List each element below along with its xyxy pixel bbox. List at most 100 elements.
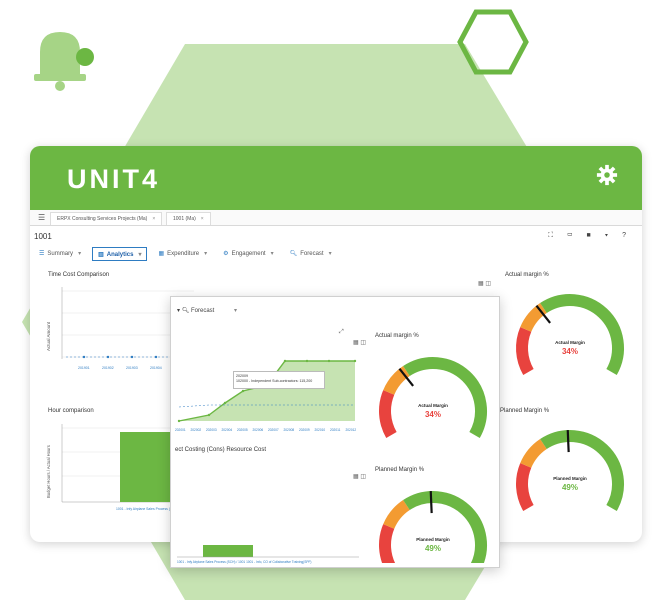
tab-label: Forecast [300, 251, 324, 257]
resource-cost-bar [203, 545, 253, 557]
hexagon-outline-icon [457, 9, 529, 75]
close-icon[interactable]: × [152, 216, 155, 222]
hour-comparison-title: Hour comparison [48, 408, 94, 414]
chevron-down-icon[interactable]: ▾ [177, 308, 180, 314]
actual-margin-gauge: Actual Margin 34% [379, 357, 487, 438]
gauge-label: Planned Margin [416, 537, 450, 542]
planned-margin-gauge: Planned Margin 49% [516, 430, 624, 511]
x-tick-label: 202009 [299, 428, 310, 432]
tooltip-value: 102000 - Independent Sub-contractors: 11… [236, 379, 313, 383]
summary-icon: ☰ [39, 251, 45, 257]
expenditure-icon: ▦ [158, 251, 165, 257]
resource-cost-chart: 1001 - Infy Airplane Sales Process (SCH)… [177, 545, 359, 564]
gauge-value: 34% [562, 347, 578, 356]
x-tick-label: 202001 [175, 428, 186, 432]
gauge-label: Actual Margin [555, 340, 585, 345]
search-icon: 🔍︎ [289, 251, 298, 257]
actual-margin-title: Actual margin % [505, 272, 549, 278]
tab-analytics[interactable]: ▥ Analytics ▾ [92, 247, 148, 261]
x-axis-label: 1001 - Infy Airplane Sales Process (SCH)… [177, 560, 311, 564]
forecast-area-chart: 202001 202002 202003 202004 202005 202006 2020… [175, 359, 357, 432]
chart-tooltip: 202009 102000 - Independent Sub-contract… [233, 371, 325, 389]
x-tick-label: 202003 [206, 428, 217, 432]
app-header: UNIT4 [30, 146, 642, 210]
x-axis-label: 1001 - Infy Airplane Sales Process (SCH) [116, 507, 178, 511]
chevron-down-icon[interactable]: ▾ [78, 251, 81, 257]
gauge-arc-segment [516, 463, 534, 511]
gauge-arc-segment [540, 430, 624, 511]
actual-margin-title: Actual margin % [375, 333, 419, 339]
menu-icon[interactable]: ☰ [38, 213, 45, 222]
gauge-arc-segment [403, 491, 487, 563]
x-tick-label: 202006 [253, 428, 264, 432]
x-tick-label: 201902 [102, 366, 114, 370]
planned-margin-gauge: Planned Margin 49% [379, 491, 487, 563]
gauge-arc-segment [516, 327, 534, 375]
browser-tab-1001[interactable]: 1001 (Ma) × [166, 212, 211, 225]
x-tick-label: 202004 [222, 428, 233, 432]
engagement-icon: ⚙ [223, 251, 229, 257]
page-title: 1001 [34, 232, 52, 241]
x-tick-label: 202007 [268, 428, 279, 432]
browser-tab-label: ERPX Consulting Services Projects (Ma) [57, 216, 148, 222]
x-tick-label: 202010 [315, 428, 326, 432]
forecast-card: ▾ 🔍︎ Forecast ▾ ⤢ ▦ ◫ 202001 202002 202003… [170, 296, 500, 568]
tab-forecast[interactable]: ▾ 🔍︎ Forecast ▾ [177, 307, 237, 314]
analysis-tabs: ☰ Summary ▾ ▥ Analytics ▾ ▦ Expenditure ▾ ⚙ Eng… [34, 247, 337, 263]
panel-view-icons[interactable]: ▦ ◫ [353, 473, 366, 480]
tab-forecast[interactable]: 🔍︎ Forecast ▾ [285, 247, 337, 261]
browser-tabbar: ☰ ERPX Consulting Services Projects (Ma)… [30, 210, 642, 226]
tab-label: Analytics [106, 252, 134, 258]
gear-icon[interactable] [596, 164, 618, 186]
expand-icon[interactable]: ⤢ [339, 329, 344, 336]
panel-view-icons[interactable]: ▦ ◫ [478, 280, 491, 287]
toolbar-icons[interactable]: ⛶ ▭ ■ ▾ ? [548, 232, 632, 240]
bell-icon [34, 32, 94, 91]
actual-margin-gauge: Actual Margin 34% [516, 294, 624, 375]
gauge-label: Actual Margin [418, 403, 448, 408]
browser-tab-projects[interactable]: ERPX Consulting Services Projects (Ma) × [50, 212, 163, 225]
gauge-arc-segment [403, 357, 487, 438]
tab-expenditure[interactable]: ▦ Expenditure ▾ [153, 247, 212, 261]
planned-margin-title: Planned Margin % [375, 467, 425, 473]
x-tick-label: 202005 [237, 428, 248, 432]
chevron-down-icon[interactable]: ▾ [234, 308, 237, 314]
x-tick-label: 201901 [78, 366, 90, 370]
tab-summary[interactable]: ☰ Summary ▾ [34, 247, 86, 261]
y-axis-label: Budget Hours / Actual Hours [46, 445, 51, 498]
tab-label: Engagement [231, 251, 266, 257]
tab-label: Summary [47, 251, 74, 257]
x-tick-label: 201904 [150, 366, 162, 370]
gauge-needle [429, 491, 433, 514]
gauge-arc-segment [540, 294, 624, 375]
x-tick-label: 202002 [191, 428, 202, 432]
chevron-down-icon[interactable]: ▾ [204, 251, 207, 257]
analytics-icon: ▥ [98, 252, 104, 258]
x-tick-label: 202011 [330, 428, 341, 432]
gauge-arc-segment [379, 390, 397, 438]
chevron-down-icon[interactable]: ▾ [329, 251, 332, 257]
gauge-label: Planned Margin [553, 476, 587, 481]
gauge-value: 34% [425, 410, 441, 419]
gauge-arc-segment [520, 439, 548, 469]
planned-margin-title: Planned Margin % [500, 408, 550, 414]
chevron-down-icon[interactable]: ▾ [271, 251, 274, 257]
time-cost-title: Time Cost Comparison [48, 272, 110, 278]
chevron-down-icon[interactable]: ▾ [138, 252, 141, 258]
gauge-arc-segment [379, 524, 396, 563]
gauge-needle [566, 430, 570, 453]
tab-engagement[interactable]: ⚙ Engagement ▾ [218, 247, 278, 261]
x-tick-label: 201903 [126, 366, 138, 370]
search-icon: 🔍︎ [181, 308, 190, 314]
x-tick-label: 202008 [284, 428, 295, 432]
unit4-logo: UNIT4 [67, 164, 161, 194]
gauge-value: 49% [425, 544, 441, 553]
gauge-value: 49% [562, 483, 578, 492]
resource-cost-title: ect Costing (Cons) Resource Cost [175, 447, 267, 453]
gauge-arc-segment [383, 500, 411, 530]
close-icon[interactable]: × [201, 216, 204, 222]
browser-tab-label: 1001 (Ma) [173, 216, 196, 222]
x-tick-label: 202012 [346, 428, 357, 432]
tab-label: Expenditure [167, 251, 200, 257]
tab-label: Forecast [190, 308, 215, 314]
